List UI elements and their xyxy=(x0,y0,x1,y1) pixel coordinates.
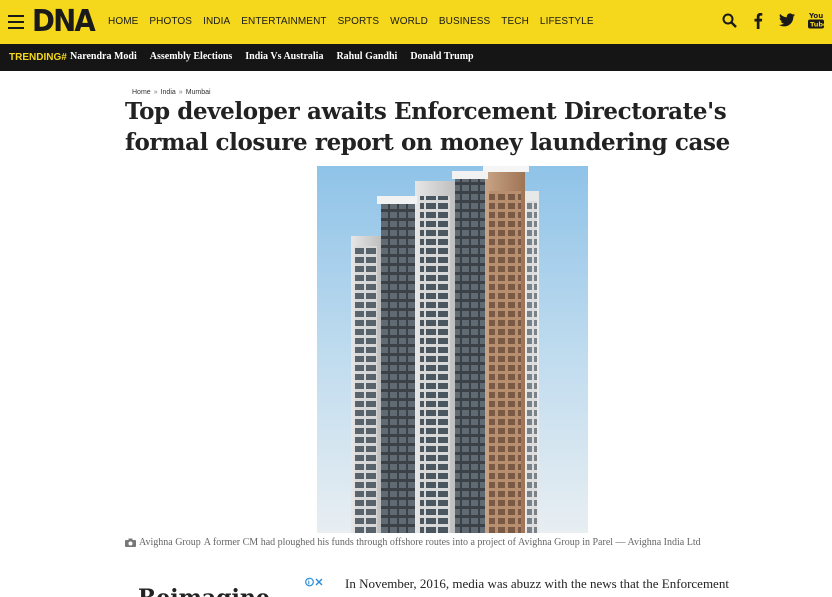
site-logo[interactable]: DNA xyxy=(32,4,96,39)
trending-item[interactable]: Donald Trump xyxy=(410,51,473,62)
nav-lifestyle[interactable]: LIFESTYLE xyxy=(540,16,594,27)
nav-world[interactable]: WORLD xyxy=(390,16,428,27)
caption-credit: Avighna Group xyxy=(139,537,201,548)
nav-tech[interactable]: TECH xyxy=(501,16,529,27)
nav-entertainment[interactable]: ENTERTAINMENT xyxy=(241,16,326,27)
youtube-icon[interactable]: You Tube xyxy=(808,11,824,29)
trending-label: TRENDING# xyxy=(9,52,67,63)
svg-text:You: You xyxy=(808,12,823,20)
trending-item[interactable]: India Vs Australia xyxy=(245,51,323,62)
camera-icon xyxy=(125,538,136,547)
nav-home[interactable]: HOME xyxy=(108,16,138,27)
building-illustration xyxy=(317,166,588,533)
nav-india[interactable]: INDIA xyxy=(203,16,230,27)
search-icon[interactable] xyxy=(721,11,737,29)
top-nav-bar: DNA HOME PHOTOS INDIA ENTERTAINMENT SPOR… xyxy=(0,0,832,44)
breadcrumb-separator: » xyxy=(153,89,158,96)
ad-choices-icon[interactable]: i xyxy=(305,577,325,587)
nav-business[interactable]: BUSINESS xyxy=(439,16,490,27)
menu-icon[interactable] xyxy=(8,15,24,29)
article-title: Top developer awaits Enforcement Directo… xyxy=(125,98,730,156)
ad-heading[interactable]: Reimagine xyxy=(138,585,270,597)
nav-photos[interactable]: PHOTOS xyxy=(149,16,192,27)
trending-item[interactable]: Narendra Modi xyxy=(70,51,137,62)
trending-item[interactable]: Assembly Elections xyxy=(150,51,233,62)
article-hero-image xyxy=(317,166,588,533)
breadcrumb-mumbai[interactable]: Mumbai xyxy=(186,89,211,96)
article-body: In November, 2016, media was abuzz with … xyxy=(345,576,729,591)
breadcrumb: Home » India » Mumbai xyxy=(132,89,211,96)
svg-text:i: i xyxy=(308,579,310,586)
social-icons: You Tube xyxy=(721,11,824,29)
svg-text:Tube: Tube xyxy=(810,21,824,29)
breadcrumb-india[interactable]: India xyxy=(161,89,176,96)
nav-sports[interactable]: SPORTS xyxy=(338,16,380,27)
twitter-icon[interactable] xyxy=(779,11,795,29)
trending-item[interactable]: Rahul Gandhi xyxy=(336,51,397,62)
trending-bar: TRENDING# Narendra Modi Assembly Electio… xyxy=(0,44,832,71)
facebook-icon[interactable] xyxy=(750,11,766,29)
trending-links: Narendra Modi Assembly Elections India V… xyxy=(70,51,487,62)
breadcrumb-separator: » xyxy=(178,89,183,96)
main-nav: HOME PHOTOS INDIA ENTERTAINMENT SPORTS W… xyxy=(108,16,605,27)
caption-text: A former CM had ploughed his funds throu… xyxy=(203,537,701,548)
breadcrumb-home[interactable]: Home xyxy=(132,89,151,96)
image-caption: Avighna Group A former CM had ploughed h… xyxy=(125,537,701,548)
